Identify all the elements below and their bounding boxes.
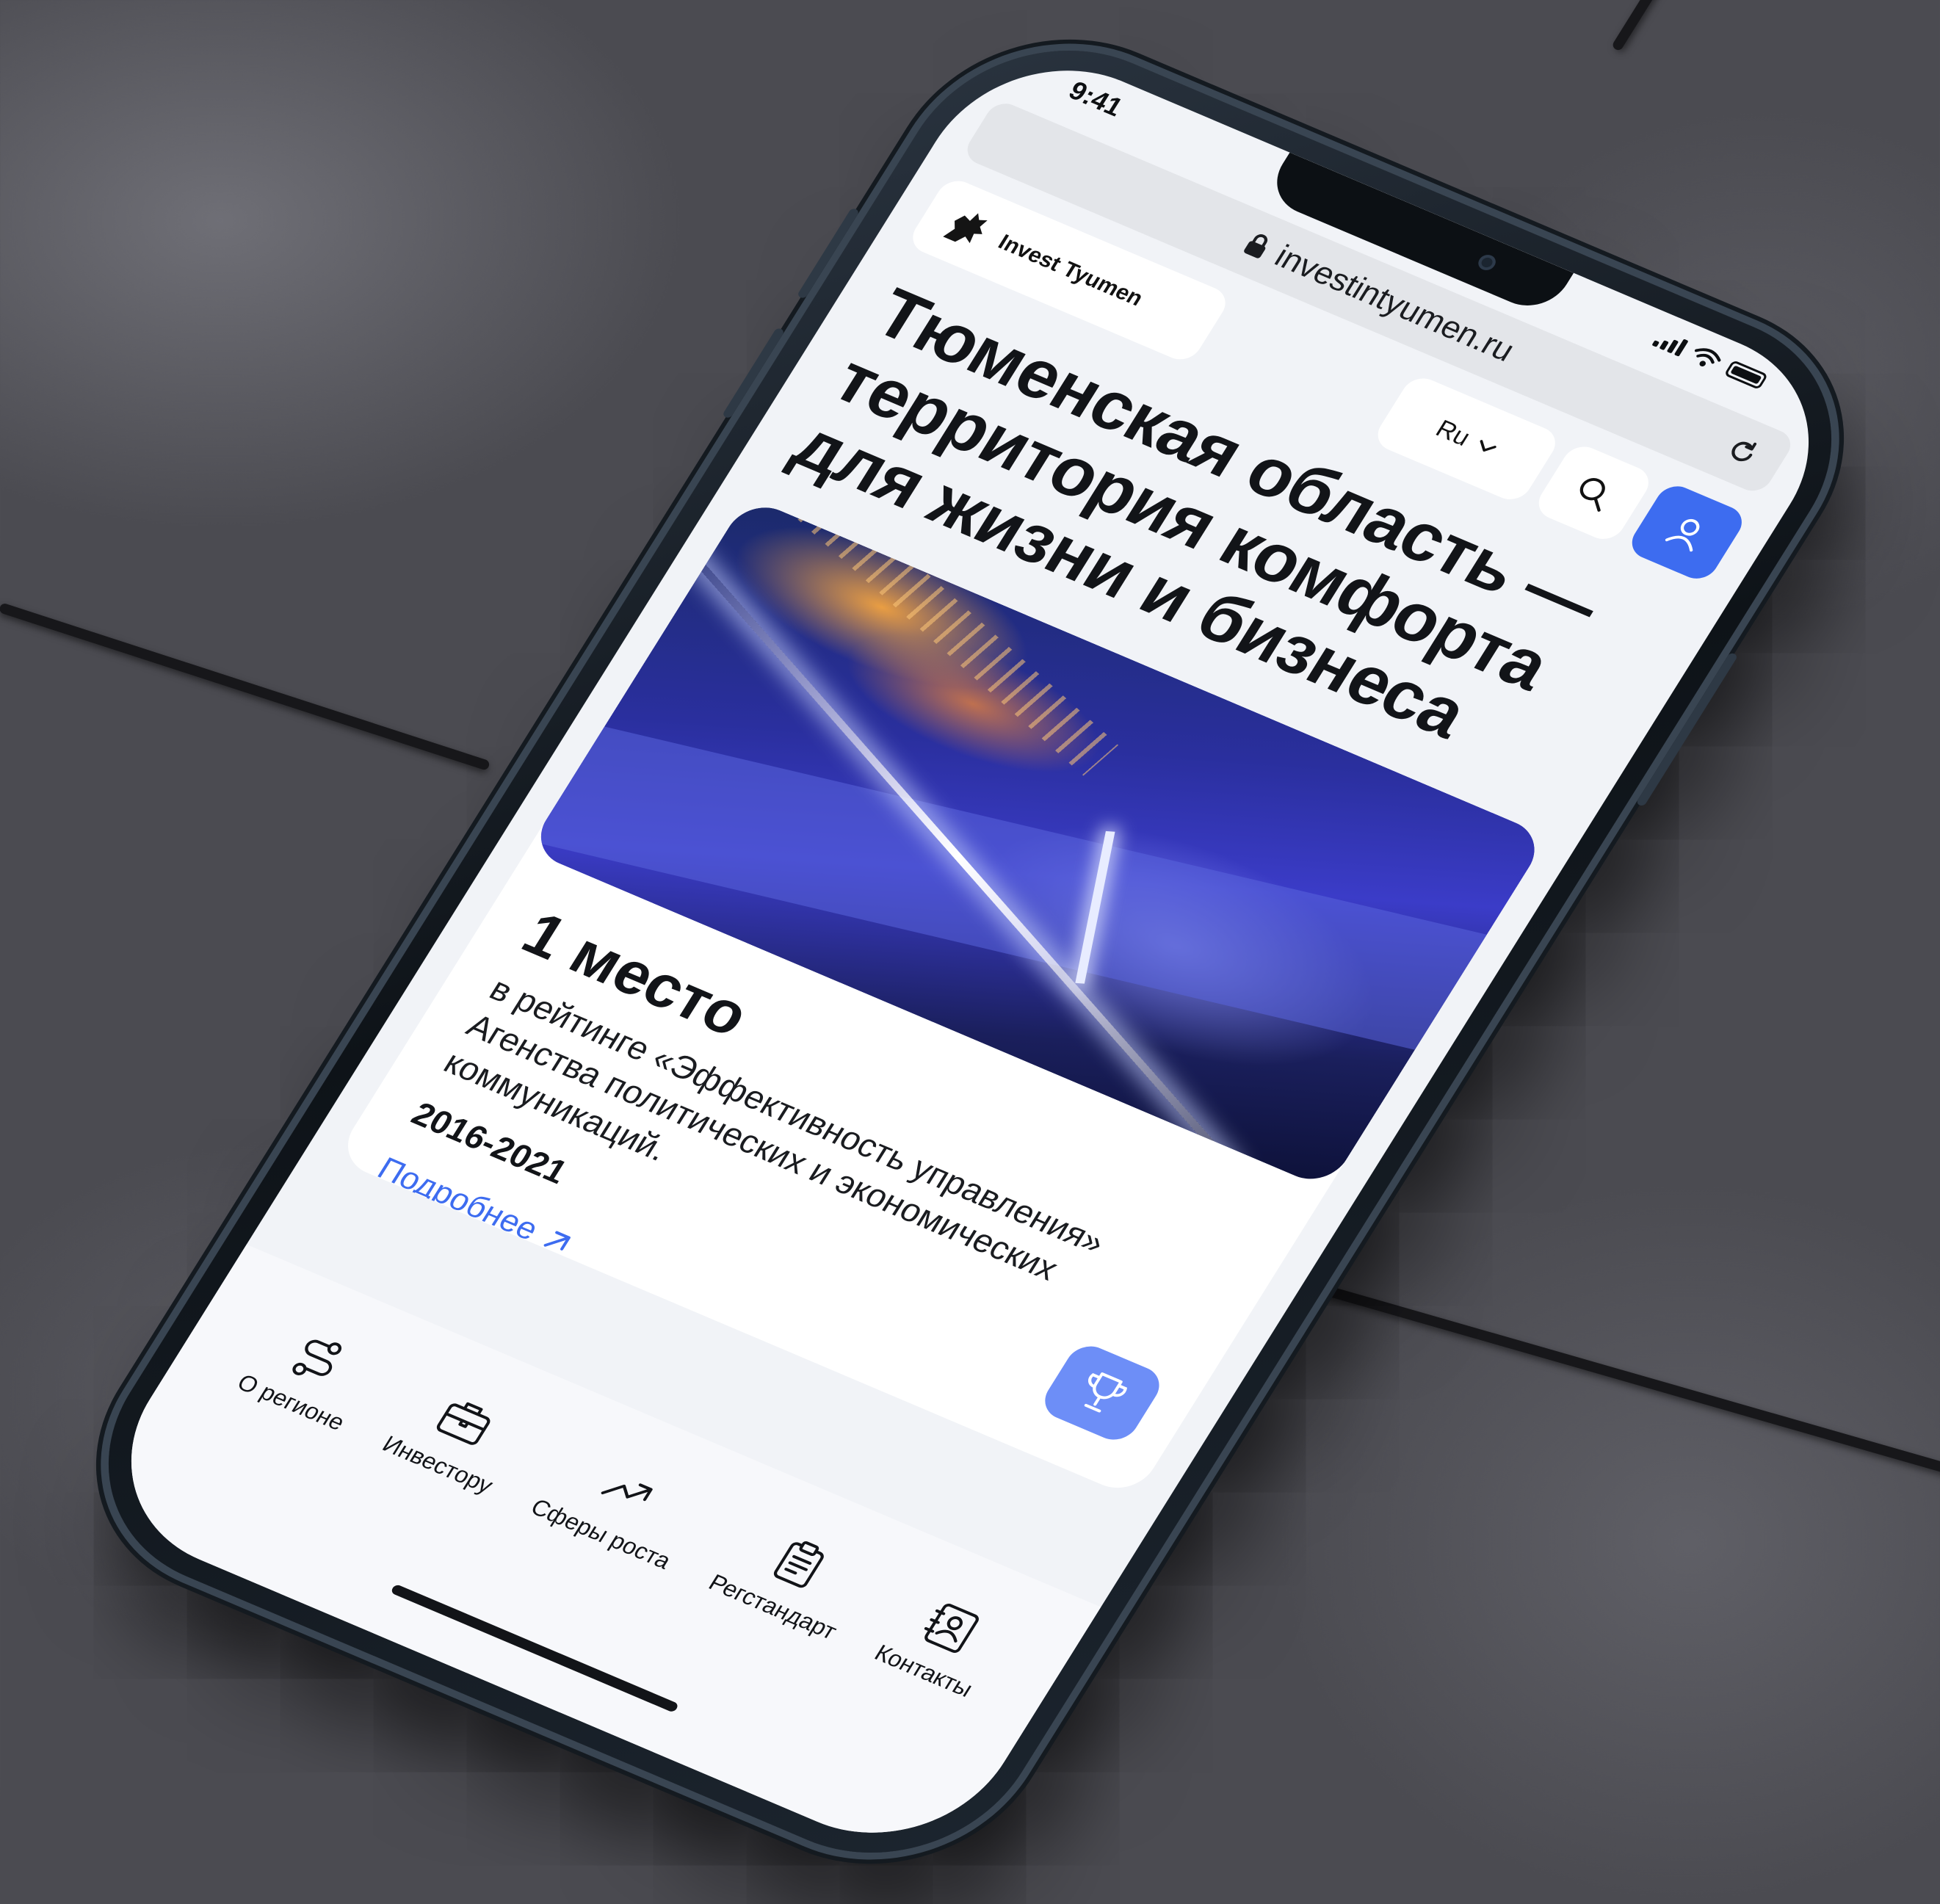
background-seam	[1611, 0, 1814, 52]
language-label: Ru	[1430, 414, 1476, 452]
chevron-down-icon	[1480, 440, 1496, 452]
background-seam	[1247, 1263, 1940, 1476]
user-icon	[1665, 518, 1700, 552]
phone-screen: 9:41 investintyumen.ru Invest Tyumen Ru …	[81, 31, 1859, 1872]
trophy-badge	[1036, 1339, 1168, 1447]
tab-regstandard[interactable]: Регстандарт	[703, 1515, 875, 1645]
search-icon	[1579, 478, 1605, 512]
trend-up-icon	[601, 1483, 653, 1502]
lock-icon	[1243, 234, 1267, 258]
route-icon	[292, 1339, 342, 1377]
tab-investor[interactable]: Инвестору	[377, 1377, 532, 1499]
logo-text: Invest Tyumen	[993, 230, 1148, 311]
tab-growth-areas[interactable]: Сферы роста	[526, 1439, 710, 1574]
status-time: 9:41	[1063, 75, 1129, 122]
battery-icon	[1723, 360, 1769, 390]
briefcase-icon	[436, 1402, 491, 1445]
phone-frame: 9:41 investintyumen.ru Invest Tyumen Ru …	[51, 5, 1889, 1898]
wifi-icon	[1694, 348, 1721, 366]
trophy-icon	[1084, 1372, 1127, 1413]
arrow-up-right-icon	[543, 1231, 571, 1250]
logo-icon	[943, 213, 988, 244]
home-indicator	[390, 1583, 680, 1713]
camera	[1475, 252, 1499, 273]
clipboard-icon	[774, 1541, 825, 1588]
tab-about-region[interactable]: О регионе	[232, 1315, 383, 1436]
background-seam	[0, 602, 491, 771]
tab-contacts[interactable]: Контакты	[869, 1585, 1011, 1703]
profile-button[interactable]	[1624, 480, 1750, 584]
reload-icon[interactable]	[1718, 433, 1765, 477]
contact-card-icon	[924, 1604, 980, 1654]
signal-icon	[1651, 329, 1689, 357]
status-icons	[1651, 328, 1769, 391]
